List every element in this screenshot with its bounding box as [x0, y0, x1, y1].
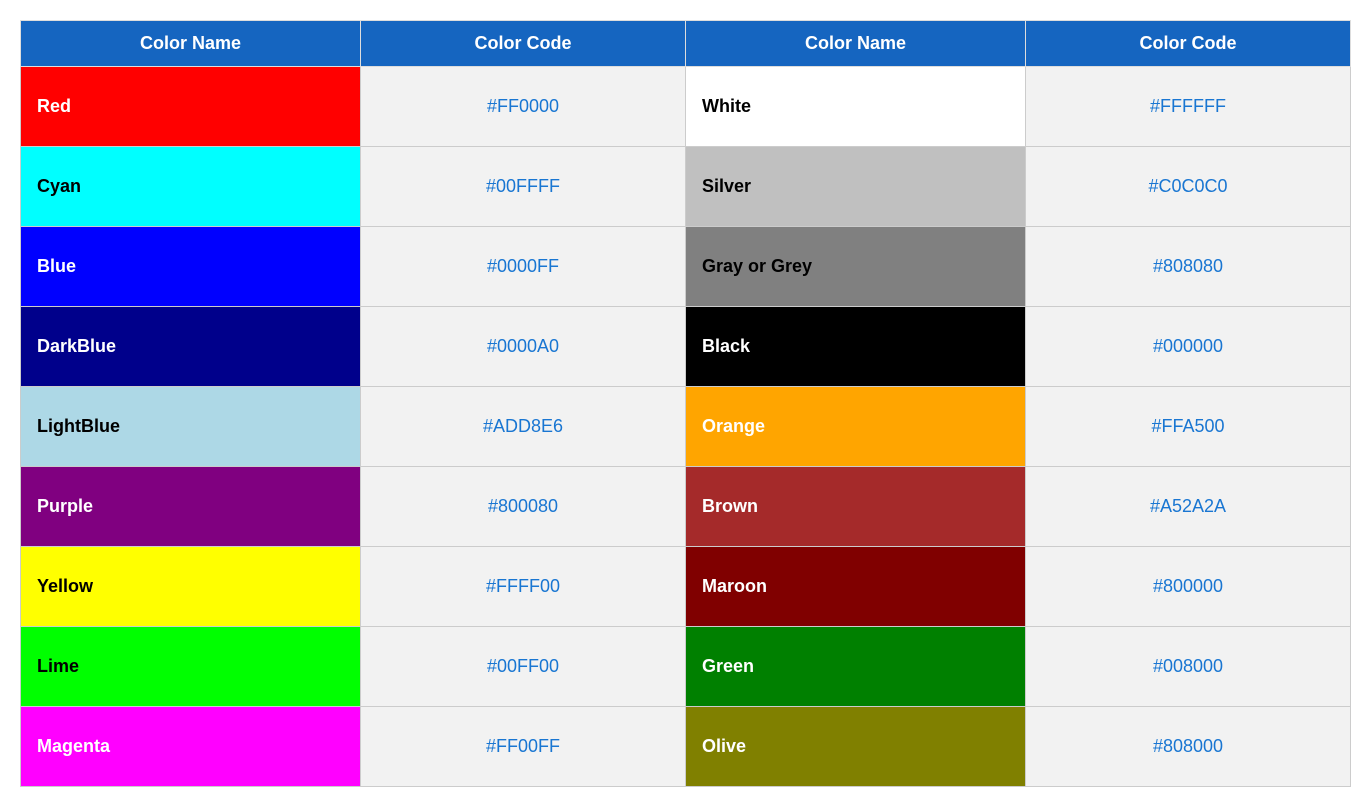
code-cell-left: #0000A0 — [361, 307, 686, 387]
color-cell-right: Brown — [686, 467, 1026, 547]
code-cell-left: #FFFF00 — [361, 547, 686, 627]
color-cell-right: Maroon — [686, 547, 1026, 627]
header-color-code-left: Color Code — [361, 21, 686, 67]
table-row: Cyan#00FFFFSilver#C0C0C0 — [21, 147, 1351, 227]
color-cell-left: Red — [21, 67, 361, 147]
header-color-name-left: Color Name — [21, 21, 361, 67]
color-cell-right: Black — [686, 307, 1026, 387]
color-table: Color Name Color Code Color Name Color C… — [20, 20, 1351, 787]
table-row: Purple#800080Brown#A52A2A — [21, 467, 1351, 547]
color-cell-left: Cyan — [21, 147, 361, 227]
color-cell-left: Purple — [21, 467, 361, 547]
table-header-row: Color Name Color Code Color Name Color C… — [21, 21, 1351, 67]
code-cell-right: #008000 — [1026, 627, 1351, 707]
code-cell-right: #A52A2A — [1026, 467, 1351, 547]
color-cell-left: Lime — [21, 627, 361, 707]
code-cell-left: #FF00FF — [361, 707, 686, 787]
color-cell-left: DarkBlue — [21, 307, 361, 387]
color-cell-right: Gray or Grey — [686, 227, 1026, 307]
color-cell-left: LightBlue — [21, 387, 361, 467]
color-cell-right: Silver — [686, 147, 1026, 227]
code-cell-right: #C0C0C0 — [1026, 147, 1351, 227]
table-row: Red#FF0000White#FFFFFF — [21, 67, 1351, 147]
color-cell-right: White — [686, 67, 1026, 147]
code-cell-left: #00FFFF — [361, 147, 686, 227]
code-cell-right: #808000 — [1026, 707, 1351, 787]
code-cell-right: #000000 — [1026, 307, 1351, 387]
code-cell-left: #0000FF — [361, 227, 686, 307]
color-cell-left: Blue — [21, 227, 361, 307]
table-row: Yellow#FFFF00Maroon#800000 — [21, 547, 1351, 627]
code-cell-left: #FF0000 — [361, 67, 686, 147]
color-cell-right: Orange — [686, 387, 1026, 467]
header-color-code-right: Color Code — [1026, 21, 1351, 67]
code-cell-left: #800080 — [361, 467, 686, 547]
code-cell-left: #ADD8E6 — [361, 387, 686, 467]
header-color-name-right: Color Name — [686, 21, 1026, 67]
table-row: DarkBlue#0000A0Black#000000 — [21, 307, 1351, 387]
color-cell-right: Green — [686, 627, 1026, 707]
table-row: Blue#0000FFGray or Grey#808080 — [21, 227, 1351, 307]
code-cell-right: #FFA500 — [1026, 387, 1351, 467]
code-cell-right: #FFFFFF — [1026, 67, 1351, 147]
table-row: LightBlue#ADD8E6Orange#FFA500 — [21, 387, 1351, 467]
table-row: Lime#00FF00Green#008000 — [21, 627, 1351, 707]
table-row: Magenta#FF00FFOlive#808000 — [21, 707, 1351, 787]
color-cell-left: Magenta — [21, 707, 361, 787]
code-cell-right: #800000 — [1026, 547, 1351, 627]
color-cell-left: Yellow — [21, 547, 361, 627]
color-cell-right: Olive — [686, 707, 1026, 787]
code-cell-left: #00FF00 — [361, 627, 686, 707]
code-cell-right: #808080 — [1026, 227, 1351, 307]
